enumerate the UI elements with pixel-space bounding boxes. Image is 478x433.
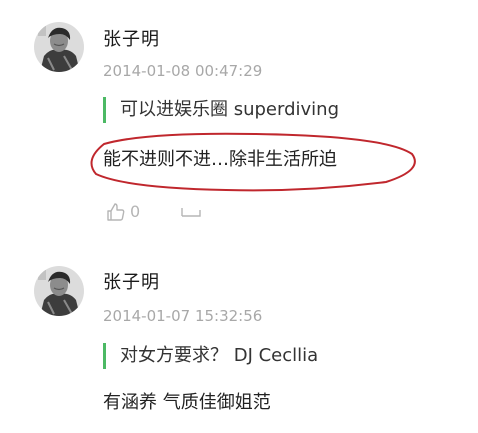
- like-button[interactable]: 0: [106, 202, 140, 222]
- comment-actions: 0: [106, 200, 202, 224]
- reply-icon: [181, 208, 201, 217]
- timestamp: 2014-01-07 15:32:56: [103, 307, 263, 325]
- username[interactable]: 张子明: [103, 29, 160, 51]
- reply-button[interactable]: [180, 202, 202, 222]
- avatar[interactable]: [34, 266, 84, 316]
- comment-item: 张子明 2014-01-07 15:32:56 对女方要求？ DJ Ceclli…: [0, 245, 478, 433]
- username[interactable]: 张子明: [103, 272, 160, 294]
- comment-text: 有涵养 气质佳御姐范: [103, 392, 271, 413]
- quoted-question: 对女方要求？ DJ Cecllia: [103, 343, 318, 369]
- like-count: 0: [130, 202, 141, 221]
- comment-text: 能不进则不进…除非生活所迫: [103, 149, 337, 170]
- avatar[interactable]: [34, 22, 84, 72]
- quoted-question: 可以进娱乐圈 superdiving: [103, 97, 339, 123]
- thumbs-up-icon: [107, 203, 125, 221]
- timestamp: 2014-01-08 00:47:29: [103, 62, 263, 80]
- comment-item: 张子明 2014-01-08 00:47:29 可以进娱乐圈 superdivi…: [0, 0, 478, 245]
